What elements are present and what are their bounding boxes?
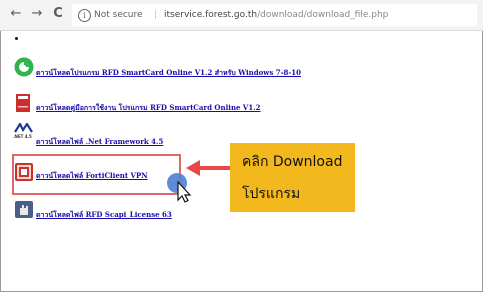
url-text: itservice.forest.go.th/download/download… [164,4,388,26]
url-path: /download/download_file.php [257,10,389,20]
green-circle-app-icon[interactable] [14,57,34,77]
reload-icon[interactable]: C [50,6,66,22]
list-bullet [15,37,18,40]
download-link[interactable]: ดาวน์โหลดโปรแกรม RFD SmartCard Online V1… [36,68,301,79]
hand-installer-icon[interactable] [14,200,34,220]
dotnet-version-label: .NET 4.5 [13,134,32,139]
highlight-box [12,154,181,195]
url-host: itservice.forest.go.th [164,10,258,20]
browser-toolbar: ← → C i Not secure | itservice.forest.go… [0,0,483,31]
address-separator: | [154,10,158,20]
back-arrow-icon[interactable]: ← [8,6,24,22]
callout-line-1: คลิก Download [242,154,343,170]
address-bar[interactable]: i Not secure | itservice.forest.go.th/do… [72,4,477,26]
info-icon[interactable]: i [78,9,91,22]
download-link[interactable]: ดาวน์โหลดไฟล์ .Net Framework 4.5 [36,137,163,148]
security-status: Not secure [94,10,143,20]
mouse-cursor-icon [167,173,192,203]
download-link[interactable]: ดาวน์โหลดไฟล์ RFD Scapi_License 63 [36,210,172,221]
callout-line-2: โปรแกรม [242,186,301,202]
forward-arrow-icon[interactable]: → [29,6,45,22]
red-book-icon[interactable] [14,93,34,113]
download-link[interactable]: ดาวน์โหลดคู่มือการใช้งาน โปรแกรม RFD Sma… [36,103,261,114]
dotnet-icon[interactable] [14,123,34,143]
instruction-callout: คลิก Download โปรแกรม [230,143,355,212]
